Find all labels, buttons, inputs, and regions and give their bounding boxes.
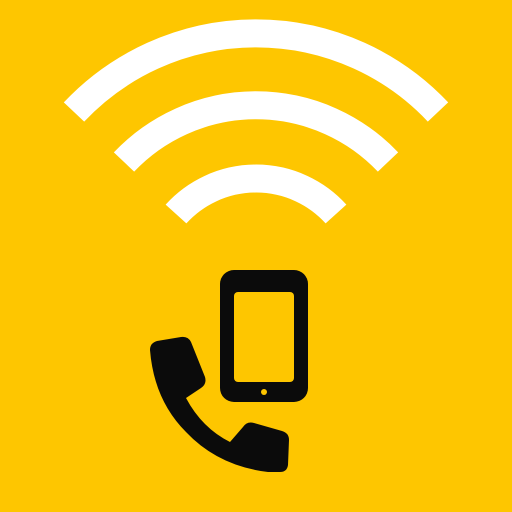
smartphone-screen bbox=[234, 292, 294, 382]
app-icon-graphic bbox=[0, 0, 512, 512]
smartphone-icon bbox=[220, 270, 308, 402]
smartphone-home-button bbox=[261, 389, 267, 395]
app-icon[interactable] bbox=[0, 0, 512, 512]
